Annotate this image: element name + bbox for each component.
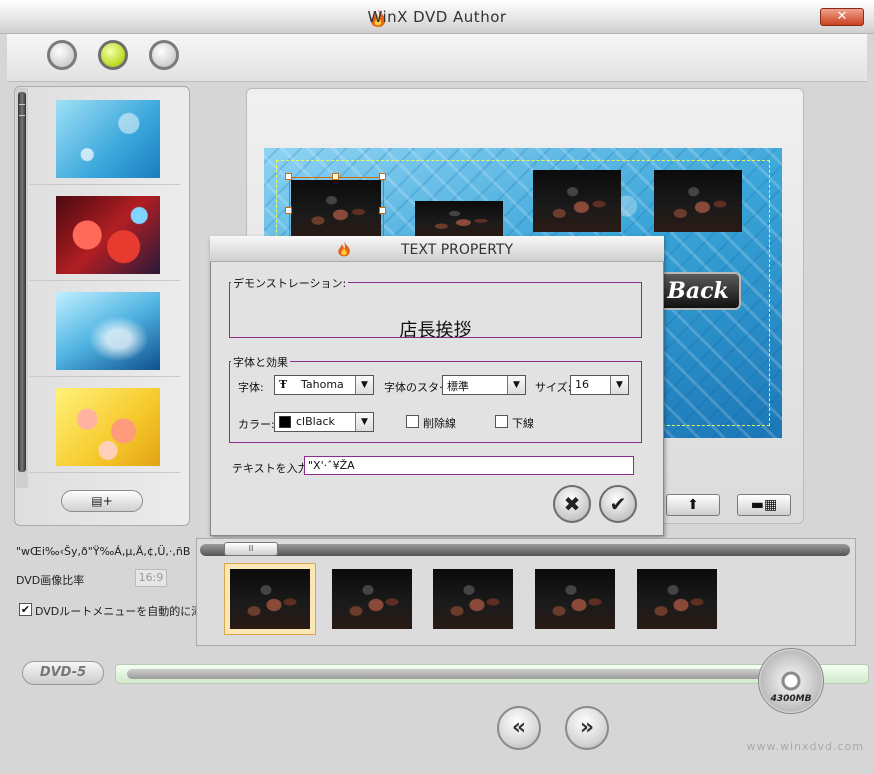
- chevron-down-icon[interactable]: ▼: [355, 376, 373, 394]
- website-link[interactable]: www.winxdvd.com: [724, 740, 864, 753]
- chapter-thumbnail[interactable]: [637, 569, 717, 629]
- aspect-ratio-label: DVD画像比率: [16, 574, 85, 587]
- style-select[interactable]: 標準 ▼: [442, 375, 526, 395]
- text-input-label: テキストを入力:: [232, 462, 313, 475]
- color-select[interactable]: clBlack ▼: [274, 412, 374, 432]
- timeline-track[interactable]: [200, 544, 850, 556]
- timeline-thumb[interactable]: II: [224, 542, 278, 556]
- resize-handle[interactable]: [285, 173, 292, 180]
- auto-menu-checkbox[interactable]: ✔: [19, 603, 32, 616]
- chapter-thumbnail[interactable]: [230, 569, 310, 629]
- template-thumbnail: [56, 196, 160, 274]
- style-value: 標準: [447, 380, 469, 393]
- chevron-down-icon[interactable]: ▼: [610, 376, 628, 394]
- next-button[interactable]: »: [565, 706, 609, 750]
- style-label: 字体のスタイ: [384, 381, 450, 394]
- menu-text-value: "X'·ˆ¥ŽA: [308, 459, 355, 472]
- chapter-button-thumbnail[interactable]: [654, 170, 742, 232]
- background-music-label: "wŒi‰‹Šy,ð"Ÿ‰Á,µ,Ä,¢,Ü,·,ñB: [16, 545, 191, 558]
- menu-bar-button[interactable]: ▬▦: [737, 494, 791, 516]
- add-template-button[interactable]: ▤+: [61, 490, 143, 512]
- window-title: WinX DVD Author: [367, 8, 507, 26]
- chapter-thumbnail[interactable]: [332, 569, 412, 629]
- font-select[interactable]: Ŧ Tahoma ▼: [274, 375, 374, 395]
- aspect-ratio-value[interactable]: 16:9: [135, 569, 167, 587]
- step-toolbar: [7, 34, 867, 82]
- demo-text: 店長挨拶: [399, 320, 472, 341]
- font-effects-label: 字体と効果: [231, 354, 290, 370]
- resize-handle[interactable]: [285, 207, 292, 214]
- template-item[interactable]: [30, 188, 180, 281]
- capacity-fill: [127, 669, 767, 679]
- previous-button[interactable]: «: [497, 706, 541, 750]
- template-item[interactable]: [30, 380, 180, 473]
- demo-group-label: デモンストレーション:: [231, 275, 349, 291]
- template-item[interactable]: [30, 92, 180, 185]
- resize-handle[interactable]: [332, 173, 339, 180]
- chevron-down-icon[interactable]: ▼: [507, 376, 525, 394]
- font-icon: Ŧ: [279, 378, 288, 391]
- cancel-button[interactable]: ✖: [553, 485, 591, 523]
- menu-text-input[interactable]: "X'·ˆ¥ŽA: [304, 456, 634, 475]
- selection-box: [289, 177, 384, 240]
- color-value: clBlack: [296, 415, 335, 428]
- step-2-button[interactable]: [98, 40, 128, 70]
- resize-handle[interactable]: [379, 207, 386, 214]
- chapter-thumbnail[interactable]: [433, 569, 513, 629]
- template-thumbnail: [56, 388, 160, 466]
- size-select[interactable]: 16 ▼: [570, 375, 629, 395]
- close-button[interactable]: ✕: [820, 8, 864, 26]
- back-menu-button[interactable]: Back: [655, 272, 741, 310]
- disc-icon: [758, 648, 824, 714]
- underline-checkbox[interactable]: [495, 415, 508, 428]
- color-label: カラー:: [238, 418, 275, 431]
- chapter-button-thumbnail[interactable]: [533, 170, 621, 232]
- chevron-down-icon[interactable]: ▼: [355, 413, 373, 431]
- dialog-title: TEXT PROPERTY: [400, 242, 514, 258]
- move-up-button[interactable]: ⬆: [666, 494, 720, 516]
- template-scroll-thumb[interactable]: [18, 92, 26, 472]
- dvd-type-badge[interactable]: DVD-5: [22, 661, 104, 685]
- resize-handle[interactable]: [379, 173, 386, 180]
- template-item[interactable]: [30, 284, 180, 377]
- scroll-grip: [19, 104, 25, 116]
- template-thumbnail: [56, 292, 160, 370]
- strikethrough-checkbox[interactable]: [406, 415, 419, 428]
- color-swatch: [279, 416, 291, 428]
- step-3-button[interactable]: [149, 40, 179, 70]
- chapter-thumbnail[interactable]: [535, 569, 615, 629]
- step-1-button[interactable]: [47, 40, 77, 70]
- font-label: 字体:: [238, 381, 264, 394]
- ok-button[interactable]: ✔: [599, 485, 637, 523]
- size-label: サイズ:: [535, 381, 572, 394]
- underline-label: 下線: [512, 417, 534, 430]
- capacity-label: 4300MB: [770, 694, 812, 704]
- font-value: Tahoma: [301, 378, 344, 391]
- chapter-button-thumbnail[interactable]: [415, 201, 503, 237]
- template-thumbnail: [56, 100, 160, 178]
- strikethrough-label: 削除線: [423, 417, 456, 430]
- size-value: 16: [575, 378, 589, 391]
